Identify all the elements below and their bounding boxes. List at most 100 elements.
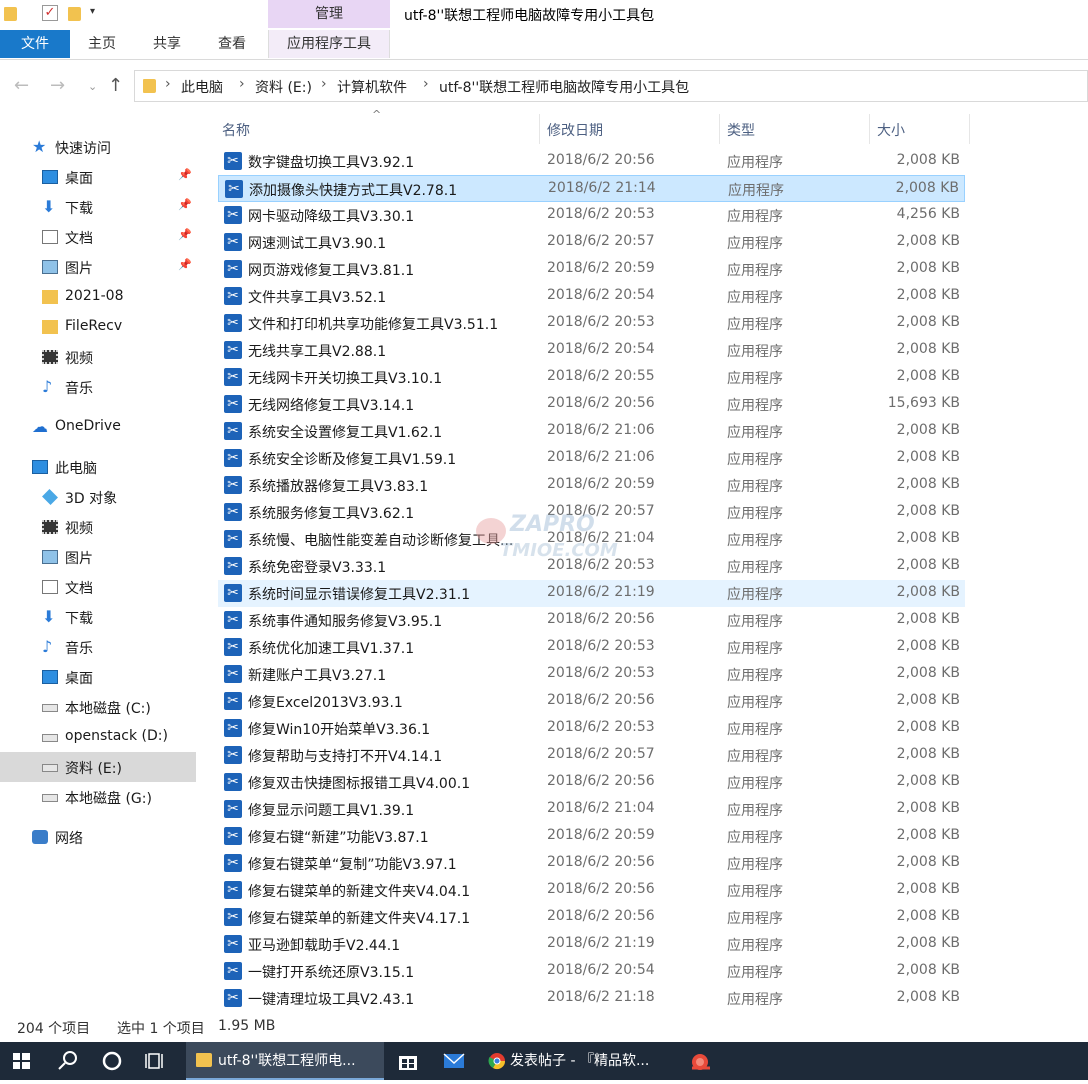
sidebar-item[interactable]: ⬇ 下载 📌 xyxy=(0,192,196,222)
sidebar-item[interactable]: 桌面 📌 xyxy=(0,162,196,192)
taskbar-mail[interactable] xyxy=(432,1042,476,1080)
application-tool-icon: ✂ xyxy=(224,368,242,386)
sidebar-item[interactable]: ☁ OneDrive xyxy=(0,412,196,442)
customize-quick-access-icon[interactable]: ▾ xyxy=(90,6,95,17)
file-row[interactable]: ✂ 亚马逊卸载助手V2.44.1 2018/6/2 21:19 应用程序 2,008 K… xyxy=(218,931,965,958)
up-icon[interactable]: ↑ xyxy=(108,75,123,96)
taskbar-explorer[interactable]: utf-8''联想工程师电... xyxy=(186,1042,384,1080)
taskbar-store[interactable] xyxy=(386,1042,430,1080)
column-header-size[interactable]: 大小 xyxy=(877,120,905,140)
sidebar-item[interactable]: ♪ 音乐 xyxy=(0,632,196,662)
file-row[interactable]: ✂ 修复右键菜单“复制”功能V3.97.1 2018/6/2 20:56 应用程序 2,… xyxy=(218,850,965,877)
file-row[interactable]: ✂ 一键清理垃圾工具V2.43.1 2018/6/2 21:18 应用程序 2,008 … xyxy=(218,985,965,1012)
column-divider[interactable] xyxy=(539,114,540,144)
forward-icon[interactable]: → xyxy=(50,75,65,96)
file-row[interactable]: ✂ 修复右键“新建”功能V3.87.1 2018/6/2 20:59 应用程序 2,00… xyxy=(218,823,965,850)
back-icon[interactable]: ← xyxy=(14,75,29,96)
breadcrumb-current-folder[interactable]: utf-8''联想工程师电脑故障专用小工具包 xyxy=(439,77,689,97)
file-row[interactable]: ✂ 系统时间显示错误修复工具V2.31.1 2018/6/2 21:19 应用程序 2,… xyxy=(218,580,965,607)
properties-icon[interactable]: ✓ xyxy=(42,5,58,21)
application-tool-icon: ✂ xyxy=(224,395,242,413)
file-type: 应用程序 xyxy=(727,857,783,873)
pin-icon[interactable]: 📌 xyxy=(178,258,192,271)
breadcrumb-this-pc[interactable]: 此电脑 xyxy=(181,77,223,97)
recent-locations-icon[interactable]: ⌄ xyxy=(88,80,97,93)
sidebar-item[interactable]: 此电脑 xyxy=(0,452,196,482)
new-folder-icon[interactable] xyxy=(68,7,81,21)
file-row[interactable]: ✂ 数字键盘切换工具V3.92.1 2018/6/2 20:56 应用程序 2,008 … xyxy=(218,148,965,175)
sidebar-item[interactable]: 网络 xyxy=(0,822,196,852)
column-header-name[interactable]: 名称 xyxy=(222,120,250,140)
file-row[interactable]: ✂ 新建账户工具V3.27.1 2018/6/2 20:53 应用程序 2,008 KB xyxy=(218,661,965,688)
tab-share[interactable]: 共享 xyxy=(134,30,200,58)
file-size: 2,008 KB xyxy=(896,746,960,762)
file-row[interactable]: ✂ 系统安全诊断及修复工具V1.59.1 2018/6/2 21:06 应用程序 2,0… xyxy=(218,445,965,472)
file-row[interactable]: ✂ 修复Excel2013V3.93.1 2018/6/2 20:56 应用程序 2,0… xyxy=(218,688,965,715)
file-row[interactable]: ✂ 修复双击快捷图标报错工具V4.00.1 2018/6/2 20:56 应用程序 2,… xyxy=(218,769,965,796)
file-row[interactable]: ✂ 系统安全设置修复工具V1.62.1 2018/6/2 21:06 应用程序 2,00… xyxy=(218,418,965,445)
sidebar-item[interactable]: openstack (D:) xyxy=(0,722,196,752)
sidebar-item[interactable]: 图片 xyxy=(0,542,196,572)
sidebar-item[interactable]: 视频 xyxy=(0,342,196,372)
file-row[interactable]: ✂ 文件共享工具V3.52.1 2018/6/2 20:54 应用程序 2,008 KB xyxy=(218,283,965,310)
sidebar-item[interactable]: 图片 📌 xyxy=(0,252,196,282)
tab-view[interactable]: 查看 xyxy=(200,30,264,58)
file-row[interactable]: ✂ 一键打开系统还原V3.15.1 2018/6/2 20:54 应用程序 2,008 … xyxy=(218,958,965,985)
file-row[interactable]: ✂ 修复显示问题工具V1.39.1 2018/6/2 21:04 应用程序 2,008 … xyxy=(218,796,965,823)
application-tool-icon: ✂ xyxy=(224,746,242,764)
file-row[interactable]: ✂ 修复帮助与支持打不开V4.14.1 2018/6/2 20:57 应用程序 2,00… xyxy=(218,742,965,769)
pin-icon[interactable]: 📌 xyxy=(178,168,192,181)
file-row[interactable]: ✂ 添加摄像头快捷方式工具V2.78.1 2018/6/2 21:14 应用程序 2,0… xyxy=(218,175,965,202)
tab-file[interactable]: 文件 xyxy=(0,30,70,58)
address-bar[interactable]: › 此电脑 › 资料 (E:) › 计算机软件 › utf-8''联想工程师电脑… xyxy=(134,70,1088,102)
sidebar-item[interactable]: FileRecv xyxy=(0,312,196,342)
file-row[interactable]: ✂ 修复右键菜单的新建文件夹V4.17.1 2018/6/2 20:56 应用程序 2,… xyxy=(218,904,965,931)
sidebar-item[interactable]: 本地磁盘 (G:) xyxy=(0,782,196,812)
column-header-type[interactable]: 类型 xyxy=(727,120,755,140)
file-row[interactable]: ✂ 网速测试工具V3.90.1 2018/6/2 20:57 应用程序 2,008 KB xyxy=(218,229,965,256)
file-row[interactable]: ✂ 修复右键菜单的新建文件夹V4.04.1 2018/6/2 20:56 应用程序 2,… xyxy=(218,877,965,904)
sidebar-item[interactable]: 桌面 xyxy=(0,662,196,692)
file-row[interactable]: ✂ 网卡驱动降级工具V3.30.1 2018/6/2 20:53 应用程序 4,256 … xyxy=(218,202,965,229)
breadcrumb-drive-e[interactable]: 资料 (E:) xyxy=(255,77,312,97)
column-divider[interactable] xyxy=(719,114,720,144)
column-divider[interactable] xyxy=(969,114,970,144)
application-tool-icon: ✂ xyxy=(224,611,242,629)
sidebar-item[interactable]: 3D 对象 xyxy=(0,482,196,512)
task-view-button[interactable] xyxy=(134,1042,178,1080)
start-button[interactable] xyxy=(0,1042,44,1080)
tab-home[interactable]: 主页 xyxy=(70,30,134,58)
file-row[interactable]: ✂ 无线网络修复工具V3.14.1 2018/6/2 20:56 应用程序 15,693… xyxy=(218,391,965,418)
file-row[interactable]: ✂ 系统优化加速工具V1.37.1 2018/6/2 20:53 应用程序 2,008 … xyxy=(218,634,965,661)
sidebar-item[interactable]: ⬇ 下载 xyxy=(0,602,196,632)
column-divider[interactable] xyxy=(869,114,870,144)
sidebar-item-label: 2021-08 xyxy=(65,288,124,304)
file-row[interactable]: ✂ 网页游戏修复工具V3.81.1 2018/6/2 20:59 应用程序 2,008 … xyxy=(218,256,965,283)
application-tool-icon: ✂ xyxy=(224,341,242,359)
file-row[interactable]: ✂ 无线共享工具V2.88.1 2018/6/2 20:54 应用程序 2,008 KB xyxy=(218,337,965,364)
file-row[interactable]: ✂ 系统播放器修复工具V3.83.1 2018/6/2 20:59 应用程序 2,008… xyxy=(218,472,965,499)
sidebar-item[interactable]: 文档 xyxy=(0,572,196,602)
sidebar-item[interactable]: 视频 xyxy=(0,512,196,542)
tab-application-tools[interactable]: 应用程序工具 xyxy=(268,30,390,58)
file-row[interactable]: ✂ 系统事件通知服务修复V3.95.1 2018/6/2 20:56 应用程序 2,00… xyxy=(218,607,965,634)
sidebar-item[interactable]: 资料 (E:) xyxy=(0,752,196,782)
file-row[interactable]: ✂ 修复Win10开始菜单V3.36.1 2018/6/2 20:53 应用程序 2,0… xyxy=(218,715,965,742)
sidebar-item[interactable]: ★ 快速访问 xyxy=(0,132,196,162)
sidebar-item[interactable]: ♪ 音乐 xyxy=(0,372,196,402)
file-row[interactable]: ✂ 无线网卡开关切换工具V3.10.1 2018/6/2 20:55 应用程序 2,00… xyxy=(218,364,965,391)
cortana-button[interactable] xyxy=(90,1042,134,1080)
pin-icon[interactable]: 📌 xyxy=(178,228,192,241)
sidebar-item[interactable]: 2021-08 xyxy=(0,282,196,312)
taskbar-chrome[interactable]: 发表帖子 - 『精品软... xyxy=(478,1042,664,1080)
sidebar-item[interactable]: 本地磁盘 (C:) xyxy=(0,692,196,722)
column-header-date[interactable]: 修改日期 xyxy=(547,120,603,140)
sidebar-item[interactable]: 文档 📌 xyxy=(0,222,196,252)
breadcrumb-software[interactable]: 计算机软件 xyxy=(337,77,407,97)
pin-icon[interactable]: 📌 xyxy=(178,198,192,211)
file-date: 2018/6/2 21:19 xyxy=(547,584,655,600)
chevron-right-icon: › xyxy=(321,76,327,92)
taskbar-snail-app[interactable] xyxy=(680,1042,724,1080)
search-button[interactable] xyxy=(46,1042,90,1080)
file-row[interactable]: ✂ 文件和打印机共享功能修复工具V3.51.1 2018/6/2 20:53 应用程序… xyxy=(218,310,965,337)
